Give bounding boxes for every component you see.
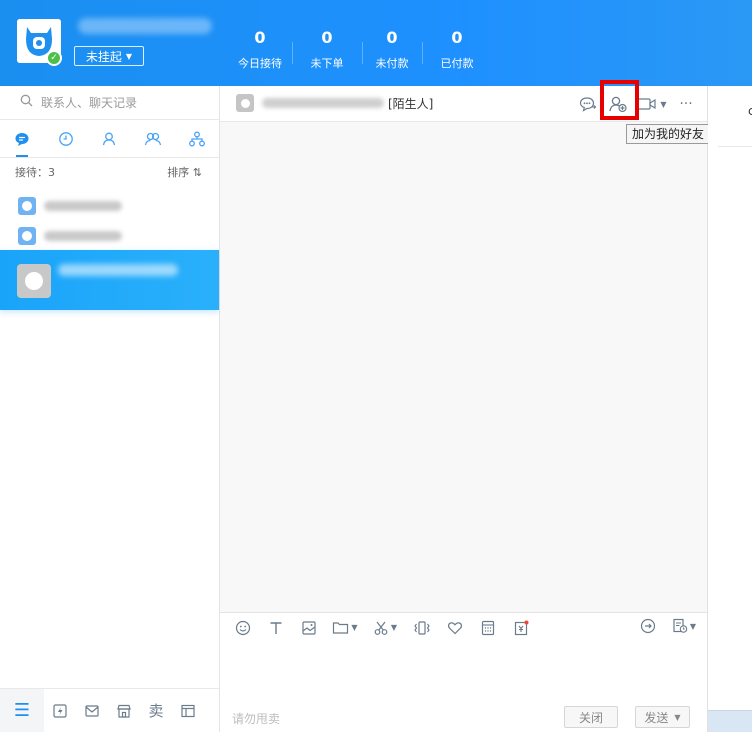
sell-icon[interactable]: 卖 [140, 700, 172, 721]
stat-paid[interactable]: 0 已付款 [422, 28, 492, 71]
heart-icon[interactable] [438, 620, 471, 636]
message-input-placeholder: 请勿甩卖 [232, 712, 281, 726]
contact-sidebar: 联系人、聊天记录 接待：3 排序 ⇅ ☰ 卖 [0, 86, 220, 732]
quick-reply-icon[interactable] [637, 618, 659, 634]
online-check-icon: ✓ [46, 50, 62, 66]
contact-name-blurred [44, 201, 122, 211]
right-info-panel: c [708, 86, 752, 732]
sidebar-bottom-bar: ☰ 卖 [0, 688, 219, 732]
search-icon [20, 94, 33, 111]
toolbar-right: ▼ [637, 618, 703, 634]
close-label: 关闭 [578, 710, 603, 725]
top-header: ✓ 未挂起 ▼ 0 今日接待 0 未下单 0 未付款 0 已付款 [0, 0, 752, 86]
chevron-down-icon[interactable]: ▼ [660, 100, 666, 109]
stat-value: 0 [254, 28, 266, 47]
sidebar-tabs [0, 120, 219, 158]
list-item[interactable] [0, 222, 219, 250]
stat-not-ordered[interactable]: 0 未下单 [292, 28, 362, 71]
message-input-area[interactable]: 请勿甩卖 关闭 发送 ▼ [220, 642, 707, 732]
emoji-icon[interactable] [226, 620, 259, 636]
store-icon[interactable] [108, 703, 140, 719]
more-icon[interactable]: ··· [675, 94, 697, 114]
tab-recent[interactable] [44, 120, 88, 157]
contact-avatar [18, 227, 36, 245]
search-bar[interactable]: 联系人、聊天记录 [0, 86, 219, 120]
sort-icon: ⇅ [192, 166, 202, 179]
right-panel-footer [708, 710, 752, 732]
active-conversation-item[interactable] [0, 250, 219, 310]
stat-value: 0 [451, 28, 463, 47]
list-item[interactable] [0, 192, 219, 220]
conversation-name-blurred [58, 264, 178, 276]
bolt-icon[interactable] [44, 703, 76, 719]
chevron-down-icon: ▼ [125, 51, 133, 61]
search-input[interactable]: 联系人、聊天记录 [41, 94, 137, 111]
add-friend-tooltip: 加为我的好友 [626, 124, 711, 144]
tab-contacts[interactable] [88, 120, 132, 157]
stat-value: 0 [386, 28, 398, 47]
highlight-box [600, 80, 639, 120]
contact-icon [103, 132, 116, 145]
sort-button[interactable]: 排序 ⇅ [167, 164, 202, 180]
send-button[interactable]: 发送 ▼ [635, 706, 690, 728]
group-icon [145, 132, 162, 145]
font-icon[interactable] [259, 620, 292, 636]
input-toolbar: ▼ ▼ ▼ [220, 612, 707, 642]
mail-icon[interactable] [76, 703, 108, 719]
close-button[interactable]: 关闭 [564, 706, 618, 728]
chat-contact-name-blurred [262, 98, 384, 108]
coupon-icon[interactable] [504, 620, 537, 636]
stat-label: 已付款 [440, 57, 474, 70]
history-icon[interactable]: ▼ [665, 618, 703, 634]
contact-name-blurred [44, 231, 122, 241]
chevron-down-icon[interactable]: ▼ [690, 622, 696, 631]
chat-panel: [陌生人] ▼ ··· 加为我的好友 ▼ ▼ ▼ 请勿甩卖 关闭 发送 ▼ [220, 80, 711, 732]
send-label: 发送 [644, 710, 669, 725]
video-call-icon[interactable]: ▼ [637, 94, 667, 114]
tab-organization[interactable] [175, 120, 219, 157]
org-tree-icon [189, 131, 206, 146]
chat-contact-avatar [236, 94, 254, 112]
reception-count-row: 接待：3 排序 ⇅ [0, 158, 219, 186]
username-blurred [78, 18, 212, 34]
chat-header: [陌生人] ▼ ··· [220, 80, 707, 122]
stat-value: 0 [321, 28, 333, 47]
status-label: 未挂起 [85, 49, 122, 64]
transfer-chat-icon[interactable] [577, 94, 599, 114]
sell-label: 卖 [148, 702, 164, 720]
tab-chats[interactable] [0, 120, 44, 157]
stat-label: 未下单 [310, 57, 344, 70]
stat-label: 今日接待 [238, 57, 282, 70]
sort-label: 排序 [167, 166, 190, 179]
chat-bubble-icon [15, 132, 29, 146]
image-icon[interactable] [292, 620, 325, 636]
stats-bar: 0 今日接待 0 未下单 0 未付款 0 已付款 [228, 28, 492, 71]
divider [718, 146, 752, 147]
calculator-icon[interactable] [471, 620, 504, 636]
stat-label: 未付款 [375, 57, 409, 70]
menu-icon[interactable]: ☰ [0, 689, 44, 732]
conversation-avatar [17, 264, 51, 298]
status-dropdown[interactable]: 未挂起 ▼ [74, 46, 144, 66]
vibrate-icon[interactable] [405, 620, 438, 636]
chevron-down-icon[interactable]: ▼ [391, 623, 397, 632]
clock-icon [58, 131, 73, 146]
tab-groups[interactable] [131, 120, 175, 157]
folder-icon[interactable]: ▼ [325, 620, 365, 635]
chevron-down-icon[interactable]: ▼ [351, 623, 357, 632]
reception-count: 接待：3 [15, 166, 55, 179]
screenshot-icon[interactable]: ▼ [365, 620, 405, 636]
right-panel-tab-glyph[interactable]: c [748, 104, 752, 118]
stranger-tag: [陌生人] [388, 97, 434, 111]
stat-today-reception[interactable]: 0 今日接待 [228, 28, 292, 71]
contact-avatar [18, 197, 36, 215]
panel-icon[interactable] [172, 703, 204, 719]
chevron-down-icon[interactable]: ▼ [674, 713, 680, 722]
stat-unpaid[interactable]: 0 未付款 [362, 28, 422, 71]
